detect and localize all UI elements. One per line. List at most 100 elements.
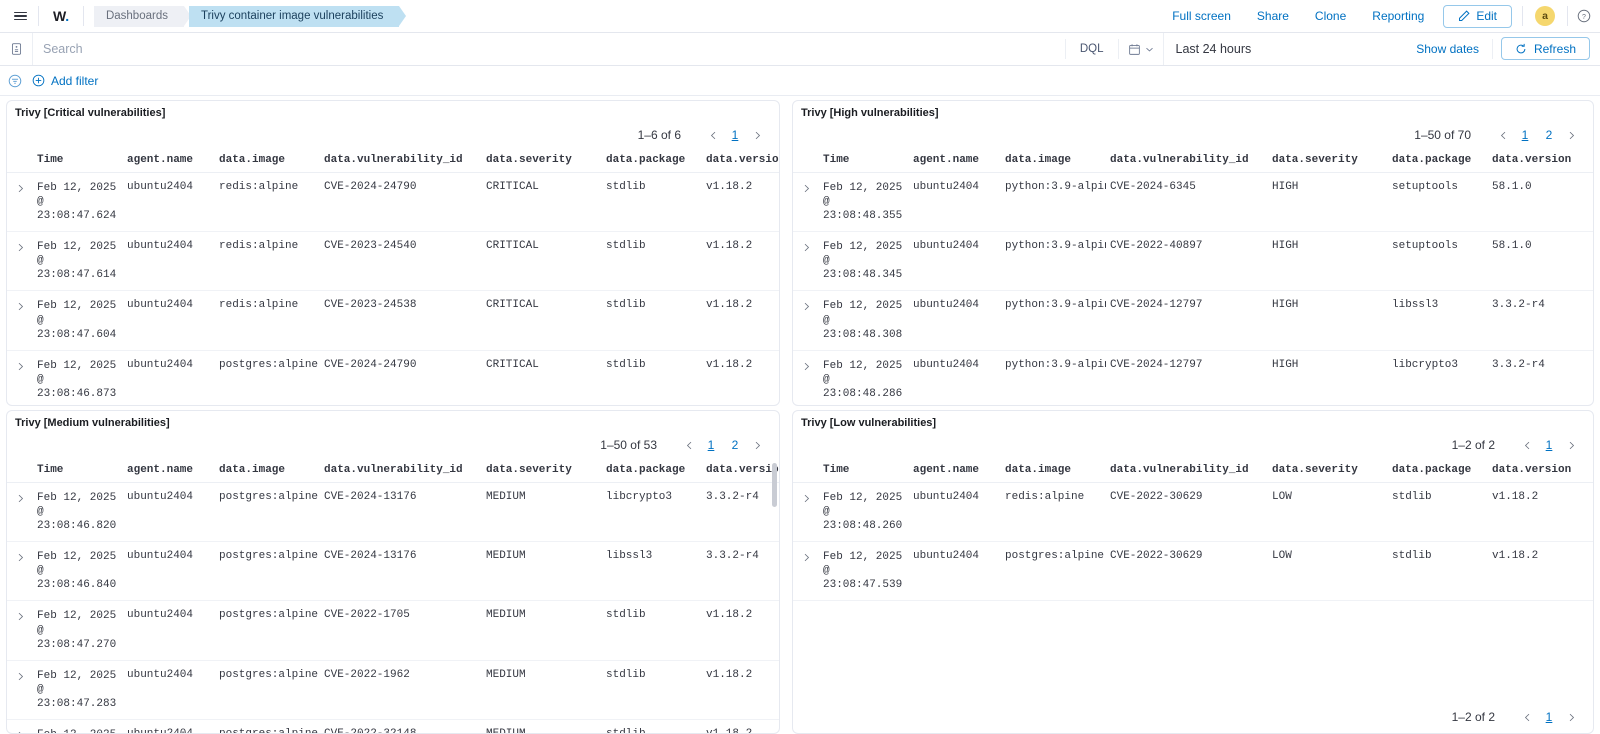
cell-vulnerability-id: CVE-2022-40897: [1106, 231, 1268, 292]
cell-vulnerability-id: CVE-2022-30629: [1106, 482, 1268, 543]
cell-data-image: postgres:alpine: [215, 482, 320, 543]
row-expand-icon[interactable]: [7, 350, 33, 405]
breadcrumb-item-dashboards[interactable]: Dashboards: [93, 5, 191, 27]
add-filter-button[interactable]: Add filter: [32, 74, 98, 88]
cell-package: libcrypto3: [1388, 350, 1488, 405]
cell-time: Feb 12, 2025 @23:08:47.539: [819, 541, 909, 602]
table-row[interactable]: Feb 12, 2025 @23:08:48.260 ubuntu2404 red…: [793, 482, 1593, 543]
pagination-page-1[interactable]: 1: [1516, 128, 1534, 142]
pagination-next-icon[interactable]: [747, 125, 767, 145]
full-screen-button[interactable]: Full screen: [1159, 9, 1244, 23]
pagination-next-icon[interactable]: [1561, 125, 1581, 145]
cell-version: 58.1.0: [1488, 172, 1593, 233]
breadcrumb-item-current-dashboard[interactable]: Trivy container image vulnerabilities: [188, 5, 407, 27]
table-scroll-area[interactable]: Time agent.name data.image data.vulnerabili…: [7, 461, 779, 733]
row-expand-icon[interactable]: [7, 231, 33, 292]
cell-version: 58.1.0: [1488, 231, 1593, 292]
cell-severity: LOW: [1268, 541, 1388, 602]
table-row[interactable]: Feb 12, 2025 @23:08:47.604 ubuntu2404 red…: [7, 290, 779, 351]
table-row[interactable]: Feb 12, 2025 @23:08:47.270 ubuntu2404 pos…: [7, 600, 779, 661]
table-row[interactable]: Feb 12, 2025 @23:08:47.624 ubuntu2404 red…: [7, 172, 779, 233]
vertical-scrollbar[interactable]: [772, 463, 777, 507]
table-scroll-area[interactable]: Time agent.name data.image data.vulnerabili…: [7, 151, 779, 405]
pagination-next-icon[interactable]: [747, 435, 767, 455]
table-row[interactable]: Feb 12, 2025 @23:08:47.283 ubuntu2404 pos…: [7, 660, 779, 720]
refresh-label: Refresh: [1533, 41, 1576, 56]
avatar[interactable]: a: [1535, 6, 1555, 26]
time-range-value[interactable]: Last 24 hours: [1164, 33, 1264, 65]
column-header-agent-name: agent.name: [123, 461, 215, 483]
cell-data-image: postgres:alpine: [215, 541, 320, 602]
hamburger-menu-icon[interactable]: [4, 0, 36, 33]
row-expand-icon[interactable]: [793, 482, 819, 543]
pagination-next-icon[interactable]: [1561, 707, 1581, 727]
pagination: 1–6 of 6 1: [7, 121, 779, 151]
cell-version: v1.18.2: [702, 231, 779, 292]
app-logo[interactable]: W.: [41, 8, 81, 24]
pagination-prev-icon[interactable]: [1493, 125, 1513, 145]
row-expand-icon[interactable]: [7, 290, 33, 351]
pagination-prev-icon[interactable]: [1517, 707, 1537, 727]
dql-button[interactable]: DQL: [1066, 33, 1118, 65]
calendar-icon: [1128, 43, 1140, 55]
row-expand-icon[interactable]: [793, 350, 819, 405]
table-scroll-area[interactable]: Time agent.name data.image data.vulnerabili…: [793, 151, 1593, 405]
cell-data-image: postgres:alpine: [215, 600, 320, 661]
row-expand-icon[interactable]: [793, 290, 819, 351]
cell-package: stdlib: [602, 290, 702, 351]
table-row[interactable]: Feb 12, 2025 @23:08:47.539 ubuntu2404 pos…: [793, 541, 1593, 602]
share-button[interactable]: Share: [1244, 9, 1302, 23]
table-row[interactable]: Feb 12, 2025@23:08:47.293 ubuntu2404 pos…: [7, 719, 779, 733]
row-expand-icon[interactable]: [7, 482, 33, 543]
date-picker-toggle[interactable]: [1119, 33, 1164, 65]
table-row[interactable]: Feb 12, 2025 @23:08:48.308 ubuntu2404 pyt…: [793, 290, 1593, 351]
filter-icon[interactable]: [8, 74, 22, 88]
row-expand-icon[interactable]: [7, 541, 33, 602]
pagination-prev-icon[interactable]: [703, 125, 723, 145]
logo-text: W: [53, 8, 66, 24]
pagination-prev-icon[interactable]: [1517, 435, 1537, 455]
cell-time: Feb 12, 2025 @23:08:47.283: [33, 660, 123, 720]
row-expand-icon[interactable]: [793, 172, 819, 233]
row-expand-icon[interactable]: [793, 541, 819, 602]
table-row[interactable]: Feb 12, 2025 @23:08:48.345 ubuntu2404 pyt…: [793, 231, 1593, 292]
panel-title-high: Trivy [High vulnerabilities]: [801, 107, 939, 119]
table-row[interactable]: Feb 12, 2025 @23:08:48.355 ubuntu2404 pyt…: [793, 172, 1593, 233]
cell-vulnerability-id: CVE-2024-6345: [1106, 172, 1268, 233]
pagination-page-1[interactable]: 1: [726, 128, 744, 142]
divider: [82, 6, 84, 26]
table-row[interactable]: Feb 12, 2025 @23:08:47.614 ubuntu2404 red…: [7, 231, 779, 292]
clone-button[interactable]: Clone: [1302, 9, 1359, 23]
pagination-page-2[interactable]: 2: [1540, 128, 1558, 142]
pagination-count: 1–50 of 53: [600, 438, 657, 452]
cell-severity: HIGH: [1268, 290, 1388, 351]
edit-button[interactable]: Edit: [1443, 4, 1512, 28]
pagination-prev-icon[interactable]: [679, 435, 699, 455]
reporting-button[interactable]: Reporting: [1359, 9, 1437, 23]
add-filter-label: Add filter: [51, 73, 99, 88]
show-dates-button[interactable]: Show dates: [1403, 33, 1492, 65]
pagination-page-1[interactable]: 1: [702, 438, 720, 452]
table-row[interactable]: Feb 12, 2025 @23:08:46.873 ubuntu2404 pos…: [7, 350, 779, 405]
column-header-data-image: data.image: [1001, 461, 1106, 483]
row-expand-icon[interactable]: [7, 600, 33, 661]
search-input[interactable]: Search: [33, 33, 1065, 65]
saved-query-icon[interactable]: [0, 33, 33, 65]
table-row[interactable]: Feb 12, 2025 @23:08:48.286 ubuntu2404 pyt…: [793, 350, 1593, 405]
pagination-page-2[interactable]: 2: [726, 438, 744, 452]
pagination-next-icon[interactable]: [1561, 435, 1581, 455]
table-row[interactable]: Feb 12, 2025 @23:08:46.820 ubuntu2404 pos…: [7, 482, 779, 543]
cell-package: setuptools: [1388, 231, 1488, 292]
refresh-button[interactable]: Refresh: [1500, 37, 1590, 60]
column-header-data-vulnerability_id: data.vulnerability_id: [1106, 151, 1268, 173]
table-scroll-area[interactable]: Time agent.name data.image data.vulnerabili…: [793, 461, 1593, 695]
pagination-page-1[interactable]: 1: [1540, 710, 1558, 724]
table-row[interactable]: Feb 12, 2025 @23:08:46.840 ubuntu2404 pos…: [7, 541, 779, 602]
refresh-icon: [1516, 43, 1526, 53]
row-expand-icon[interactable]: [793, 231, 819, 292]
row-expand-icon[interactable]: [7, 719, 33, 733]
row-expand-icon[interactable]: [7, 172, 33, 233]
pagination-page-1[interactable]: 1: [1540, 438, 1558, 452]
row-expand-icon[interactable]: [7, 660, 33, 720]
help-circle-icon[interactable]: ?: [1574, 6, 1594, 26]
